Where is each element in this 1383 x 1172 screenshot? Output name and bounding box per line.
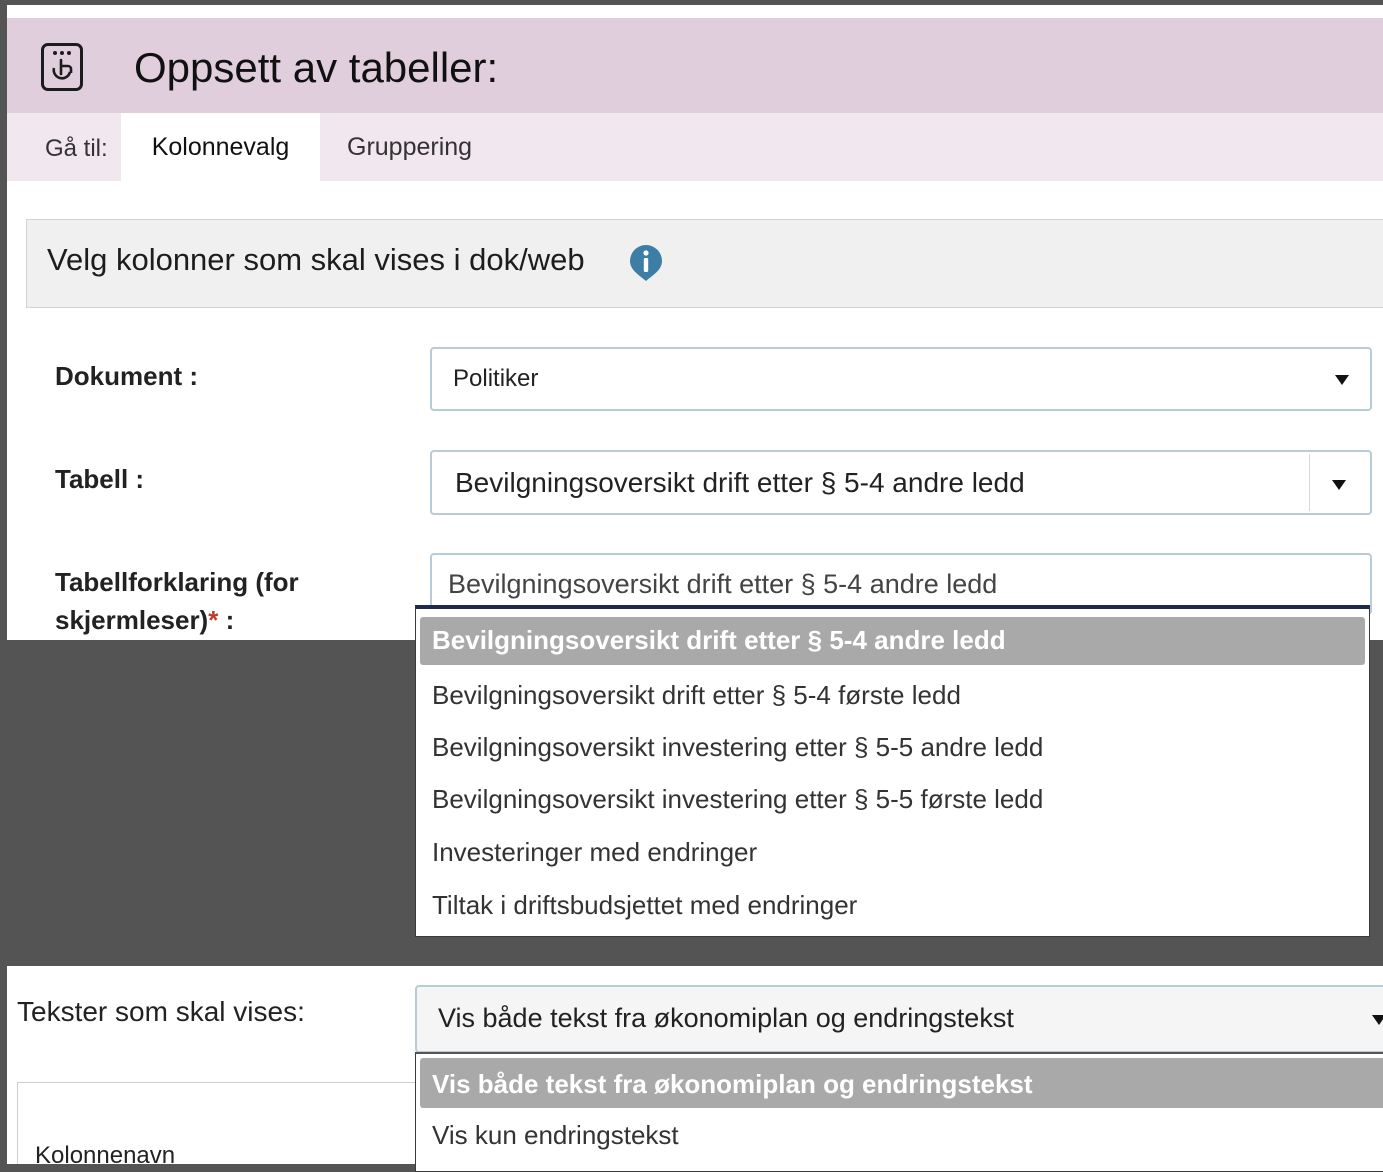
tekster-dropdown-list: Vis både tekst fra økonomiplan og endrin… — [415, 1052, 1383, 1172]
section-title: Velg kolonner som skal vises i dok/web — [47, 242, 585, 277]
tekster-label: Tekster som skal vises: — [17, 996, 305, 1027]
dokument-label: Dokument : — [55, 361, 198, 391]
dokument-select[interactable]: Politiker — [430, 347, 1372, 411]
tabell-select[interactable]: Bevilgningsoversikt drift etter § 5-4 an… — [430, 450, 1372, 515]
tabell-dropdown-list: Bevilgningsoversikt drift etter § 5-4 an… — [415, 605, 1370, 937]
tabellforklaring-label: Tabellforklaring (for skjermleser)* : — [55, 563, 299, 639]
goto-nav: Gå til: Kolonnevalg Gruppering — [7, 113, 1383, 181]
page-header: Oppsett av tabeller: — [7, 18, 1383, 113]
chevron-down-icon — [1372, 1015, 1383, 1025]
dokument-value: Politiker — [453, 365, 539, 392]
section-header: Velg kolonner som skal vises i dok/web — [26, 219, 1383, 308]
tabellforklaring-label-line1: Tabellforklaring (for — [55, 567, 299, 597]
required-mark: * — [208, 605, 219, 635]
tabell-label: Tabell : — [55, 464, 145, 494]
page-title: Oppsett av tabeller: — [134, 44, 499, 91]
hand-touch-icon — [41, 43, 83, 91]
chevron-down-icon — [1335, 375, 1349, 385]
tabellforklaring-label-suffix: : — [218, 605, 235, 635]
tabell-option[interactable]: Bevilgningsoversikt investering etter § … — [420, 775, 1365, 823]
tabell-option[interactable]: Investeringer med endringer — [420, 828, 1365, 876]
tabell-option[interactable]: Bevilgningsoversikt drift etter § 5-4 an… — [420, 617, 1365, 665]
settings-panel: Oppsett av tabeller: Gå til: Kolonnevalg… — [7, 5, 1383, 640]
tabell-option[interactable]: Bevilgningsoversikt drift etter § 5-4 fø… — [420, 671, 1365, 719]
tabell-value: Bevilgningsoversikt drift etter § 5-4 an… — [455, 467, 1025, 498]
column-header-kolonnenavn: Kolonnenavn — [35, 1142, 176, 1164]
select-divider — [1309, 454, 1310, 511]
tekster-select[interactable]: Vis både tekst fra økonomiplan og endrin… — [415, 985, 1383, 1053]
tab-gruppering[interactable]: Gruppering — [335, 113, 484, 181]
chevron-down-icon — [1332, 480, 1346, 490]
tabell-option[interactable]: Bevilgningsoversikt investering etter § … — [420, 723, 1365, 771]
tekster-option[interactable]: Vis kun endringstekst — [420, 1112, 1383, 1158]
goto-label: Gå til: — [45, 135, 108, 162]
tekster-value: Vis både tekst fra økonomiplan og endrin… — [438, 1003, 1014, 1033]
tab-kolonnevalg[interactable]: Kolonnevalg — [121, 113, 320, 181]
tabellforklaring-label-line2: skjermleser) — [55, 605, 209, 635]
tekster-option[interactable]: Vis både tekst fra økonomiplan og endrin… — [420, 1058, 1383, 1108]
info-icon[interactable] — [629, 244, 663, 282]
tabell-option[interactable]: Tiltak i driftsbudsjettet med endringer — [420, 881, 1365, 929]
